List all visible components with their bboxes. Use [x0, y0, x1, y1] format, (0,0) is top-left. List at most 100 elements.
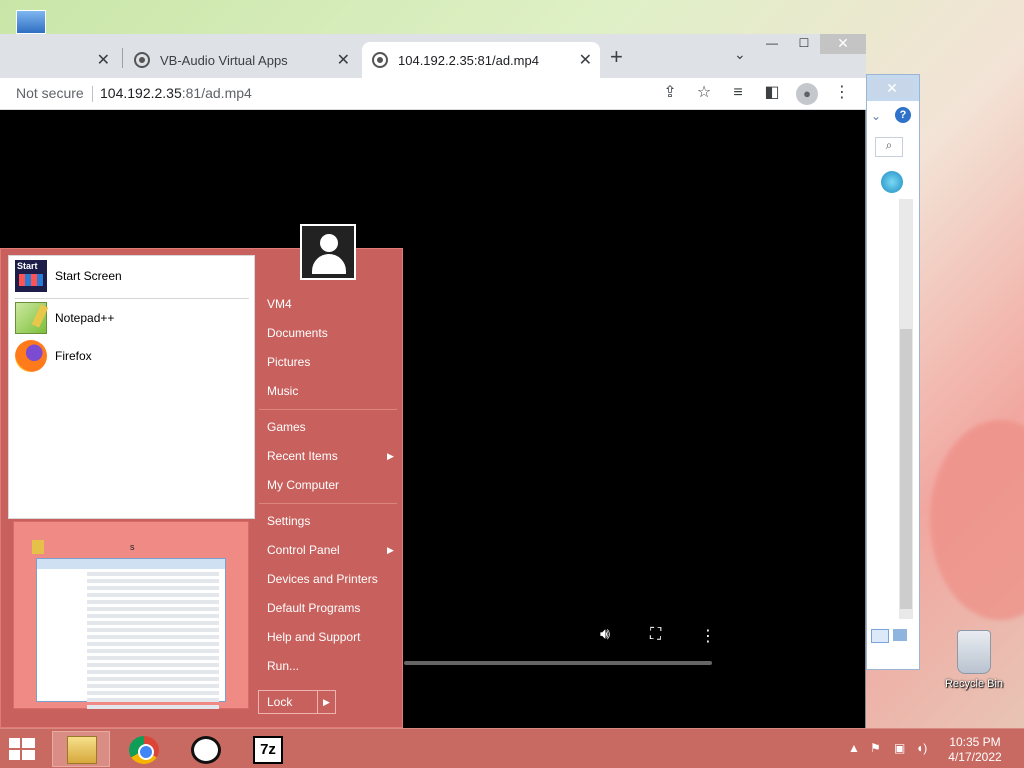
profile-avatar-icon[interactable]: ● [796, 83, 818, 105]
clock-time: 10:35 PM [949, 735, 1001, 749]
link-vm4[interactable]: VM4 [267, 297, 292, 311]
tab-search-icon[interactable]: ⌄ [734, 46, 746, 63]
lock-button[interactable]: Lock ▶ [258, 690, 336, 714]
background-explorer-window[interactable]: ✕ ⌄ ? ⌕ [866, 74, 920, 670]
tab-vb-audio[interactable]: VB-Audio Virtual Apps ✕ [124, 42, 358, 78]
window-controls: — ☐ ✕ [756, 34, 866, 54]
taskbar-file-explorer[interactable] [52, 731, 110, 767]
tab-strip[interactable]: ✕ VB-Audio Virtual Apps ✕ 104.192.2.35:8… [0, 34, 866, 78]
tab-separator [122, 48, 123, 68]
notepadpp-icon [15, 302, 47, 334]
tab-label: 104.192.2.35:81/ad.mp4 [398, 52, 539, 68]
fullscreen-icon[interactable]: ⛶ [650, 626, 661, 644]
media-control-icon[interactable]: ≡ [728, 83, 748, 103]
link-label: My Computer [267, 478, 340, 492]
pinned-programs-panel: Start Screen Notepad++ Firefox [8, 255, 255, 519]
chevron-down-icon[interactable]: ⌄ [871, 109, 881, 123]
close-icon[interactable]: ✕ [871, 79, 913, 97]
submenu-arrow-icon: ▶ [387, 451, 394, 461]
submenu-arrow-icon: ▶ [387, 545, 394, 555]
url-host: 104.192.2.35 [100, 85, 182, 101]
new-tab-button[interactable]: + [610, 44, 623, 70]
share-icon[interactable]: ⇪ [660, 83, 680, 103]
url-text[interactable]: 104.192.2.35:81/ad.mp4 [100, 85, 252, 101]
side-panel-icon[interactable]: ◧ [762, 83, 782, 103]
background-scrollbar[interactable] [899, 199, 913, 619]
link-run[interactable]: Run... [267, 659, 299, 673]
action-center-flag-icon[interactable]: ⚑ [870, 741, 881, 755]
close-tab-icon[interactable]: ✕ [97, 50, 110, 70]
pinned-label: Start Screen [55, 269, 122, 283]
user-avatar[interactable] [300, 224, 356, 280]
link-label: Recent Items [267, 449, 338, 463]
desktop-icon-partial[interactable] [16, 10, 46, 34]
volume-icon[interactable]: 🔊︎ [600, 626, 610, 644]
link-documents[interactable]: Documents [267, 326, 328, 340]
security-indicator[interactable]: Not secure [16, 85, 84, 101]
link-my-computer[interactable]: My Computer [267, 478, 339, 492]
details-view-icon[interactable] [871, 629, 889, 643]
globe-icon [134, 52, 150, 68]
address-bar[interactable]: Not secure 104.192.2.35:81/ad.mp4 ⇪ ☆ ≡ … [0, 78, 866, 110]
window-preview-thumbnail[interactable]: s [13, 521, 249, 709]
video-progress-bar[interactable] [404, 661, 712, 665]
link-recent-items[interactable]: Recent Items ▶ [267, 449, 394, 463]
system-tray: ▲ ⚑ ▣ ◖) 10:35 PM 4/17/2022 [844, 729, 1024, 768]
video-more-icon[interactable]: ⋮ [700, 626, 716, 646]
minimize-icon[interactable]: — [756, 34, 788, 54]
globe-icon [881, 171, 903, 193]
lock-label[interactable]: Lock [259, 691, 317, 713]
recycle-bin-label: Recycle Bin [944, 678, 1004, 690]
network-icon[interactable]: ▣ [894, 741, 905, 755]
show-hidden-icons-icon[interactable]: ▲ [848, 741, 860, 755]
close-window-icon[interactable]: ✕ [820, 34, 866, 54]
pinned-divider [15, 298, 249, 299]
tab-label: VB-Audio Virtual Apps [160, 52, 288, 68]
power-options-arrow-icon[interactable]: ▶ [317, 691, 335, 713]
tab-partial[interactable]: ✕ [0, 42, 118, 78]
pinned-notepadpp[interactable]: Notepad++ [15, 302, 114, 334]
link-pictures[interactable]: Pictures [267, 355, 310, 369]
windows-start-icon[interactable] [8, 737, 38, 761]
pinned-label: Notepad++ [55, 311, 115, 325]
preview-screenshot [36, 558, 226, 709]
preview-title: s [130, 542, 135, 552]
taskbar-7zip[interactable]: 7z [238, 731, 296, 767]
tab-video[interactable]: 104.192.2.35:81/ad.mp4 ✕ [362, 42, 600, 78]
chrome-icon [129, 736, 159, 764]
volume-icon[interactable]: ◖) [916, 741, 927, 755]
link-label: Devices and Printers [267, 572, 378, 586]
pinned-firefox[interactable]: Firefox [15, 340, 92, 372]
folder-icon [32, 540, 44, 554]
address-divider [92, 86, 93, 102]
link-help-support[interactable]: Help and Support [267, 630, 360, 644]
taskbar-chrome[interactable] [114, 731, 172, 767]
link-games[interactable]: Games [267, 420, 306, 434]
clock-date: 4/17/2022 [948, 750, 1002, 764]
search-icon[interactable]: ⌕ [875, 137, 903, 157]
maximize-icon[interactable]: ☐ [788, 34, 820, 54]
taskbar-sync-app[interactable] [176, 731, 234, 767]
sync-app-icon [191, 736, 221, 764]
clock[interactable]: 10:35 PM 4/17/2022 [940, 735, 1010, 765]
link-label: Games [267, 420, 306, 434]
pinned-start-screen[interactable]: Start Screen [15, 260, 122, 292]
link-control-panel[interactable]: Control Panel ▶ [267, 543, 394, 557]
scroll-thumb[interactable] [900, 329, 912, 609]
link-devices-printers[interactable]: Devices and Printers [267, 572, 378, 586]
close-tab-icon[interactable]: ✕ [579, 50, 592, 70]
link-default-programs[interactable]: Default Programs [267, 601, 360, 615]
video-controls: 🔊︎ ⛶ ⋮ [404, 620, 864, 670]
more-menu-icon[interactable]: ⋮ [832, 83, 852, 103]
tiles-view-icon[interactable] [893, 629, 907, 641]
background-window-titlebar[interactable]: ✕ [867, 75, 919, 101]
start-screen-icon [15, 260, 47, 292]
help-icon[interactable]: ? [895, 107, 911, 123]
links-divider [259, 503, 397, 504]
link-settings[interactable]: Settings [267, 514, 310, 528]
links-divider [259, 409, 397, 410]
bookmark-star-icon[interactable]: ☆ [694, 83, 714, 103]
recycle-bin[interactable]: Recycle Bin [942, 630, 1006, 690]
link-music[interactable]: Music [267, 384, 298, 398]
close-tab-icon[interactable]: ✕ [337, 50, 350, 70]
